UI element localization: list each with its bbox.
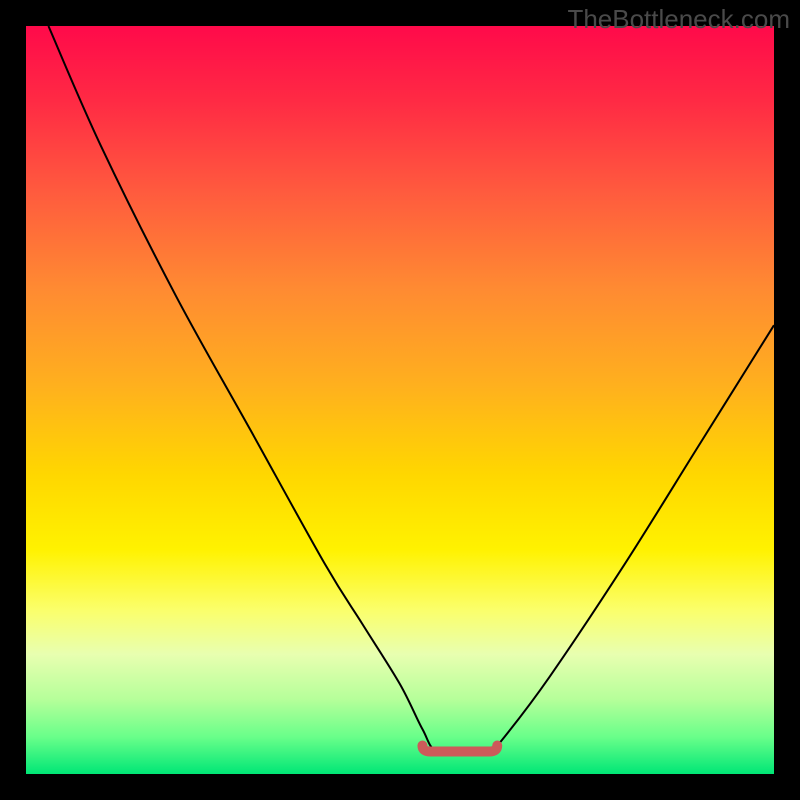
bottleneck-curve-path xyxy=(48,26,774,753)
flat-region-path xyxy=(422,746,497,752)
watermark-text: TheBottleneck.com xyxy=(567,4,790,35)
chart-svg xyxy=(26,26,774,774)
plot-area xyxy=(26,26,774,774)
chart-frame: TheBottleneck.com xyxy=(0,0,800,800)
